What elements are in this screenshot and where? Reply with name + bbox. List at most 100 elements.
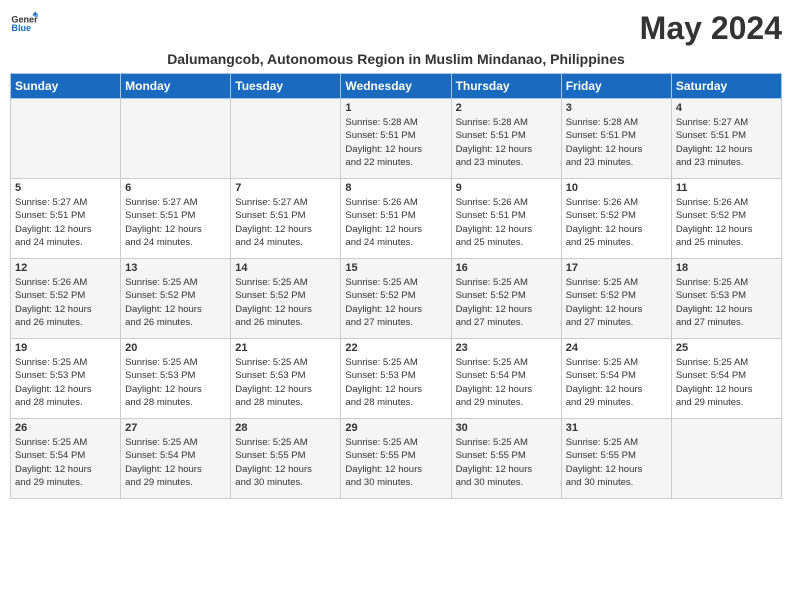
day-number: 8 <box>345 182 446 194</box>
day-number: 3 <box>566 102 667 114</box>
day-info: Sunrise: 5:26 AM Sunset: 5:52 PM Dayligh… <box>676 196 777 249</box>
calendar-cell: 14Sunrise: 5:25 AM Sunset: 5:52 PM Dayli… <box>231 259 341 339</box>
calendar-cell: 21 Sunrise: 5:25 AM Sunset: 5:53 PM Dayli… <box>231 339 341 419</box>
day-number: 2 <box>456 102 557 114</box>
calendar-cell: 2 Sunrise: 5:28 AM Sunset: 5:51 PM Daylig… <box>451 99 561 179</box>
day-info: Sunrise: 5:26 AM Sunset: 5:52 PM Dayligh… <box>566 196 667 249</box>
page-header: General Blue May 2024 <box>10 10 782 47</box>
calendar-cell: 4 Sunrise: 5:27 AM Sunset: 5:51 PM Daylig… <box>671 99 781 179</box>
calendar-cell: 9Sunrise: 5:26 AM Sunset: 5:51 PM Daylig… <box>451 179 561 259</box>
calendar-cell: 3 Sunrise: 5:28 AM Sunset: 5:51 PM Daylig… <box>561 99 671 179</box>
header-monday: Monday <box>121 74 231 99</box>
day-number: 19 <box>15 342 116 354</box>
day-number: 1 <box>345 102 446 114</box>
calendar-cell: 7 Sunrise: 5:27 AM Sunset: 5:51 PM Daylig… <box>231 179 341 259</box>
day-number: 21 <box>235 342 336 354</box>
calendar-cell: 20 Sunrise: 5:25 AM Sunset: 5:53 PM Dayli… <box>121 339 231 419</box>
day-info: Sunrise: 5:25 AM Sunset: 5:55 PM Dayligh… <box>456 436 557 489</box>
header-friday: Friday <box>561 74 671 99</box>
calendar-cell: 25 Sunrise: 5:25 AM Sunset: 5:54 PM Dayli… <box>671 339 781 419</box>
day-number: 26 <box>15 422 116 434</box>
day-info: Sunrise: 5:28 AM Sunset: 5:51 PM Dayligh… <box>456 116 557 169</box>
day-info: Sunrise: 5:27 AM Sunset: 5:51 PM Dayligh… <box>676 116 777 169</box>
location-title: Dalumangcob, Autonomous Region in Muslim… <box>10 51 782 67</box>
day-number: 30 <box>456 422 557 434</box>
calendar-week-row: 26 Sunrise: 5:25 AM Sunset: 5:54 PM Dayli… <box>11 419 782 499</box>
day-number: 24 <box>566 342 667 354</box>
logo-icon: General Blue <box>10 10 38 38</box>
calendar-cell: 23 Sunrise: 5:25 AM Sunset: 5:54 PM Dayli… <box>451 339 561 419</box>
day-info: Sunrise: 5:25 AM Sunset: 5:52 PM Dayligh… <box>566 276 667 329</box>
day-number: 18 <box>676 262 777 274</box>
calendar-cell: 19 Sunrise: 5:25 AM Sunset: 5:53 PM Dayli… <box>11 339 121 419</box>
day-number: 17 <box>566 262 667 274</box>
day-number: 6 <box>125 182 226 194</box>
calendar-cell: 27Sunrise: 5:25 AM Sunset: 5:54 PM Dayli… <box>121 419 231 499</box>
month-title: May 2024 <box>640 10 782 47</box>
day-info: Sunrise: 5:25 AM Sunset: 5:53 PM Dayligh… <box>15 356 116 409</box>
header-wednesday: Wednesday <box>341 74 451 99</box>
day-info: Sunrise: 5:25 AM Sunset: 5:54 PM Dayligh… <box>676 356 777 409</box>
day-info: Sunrise: 5:25 AM Sunset: 5:52 PM Dayligh… <box>345 276 446 329</box>
day-info: Sunrise: 5:25 AM Sunset: 5:52 PM Dayligh… <box>456 276 557 329</box>
day-number: 5 <box>15 182 116 194</box>
header-thursday: Thursday <box>451 74 561 99</box>
calendar-week-row: 19 Sunrise: 5:25 AM Sunset: 5:53 PM Dayli… <box>11 339 782 419</box>
day-number: 20 <box>125 342 226 354</box>
day-number: 13 <box>125 262 226 274</box>
calendar-cell: 5Sunrise: 5:27 AM Sunset: 5:51 PM Daylig… <box>11 179 121 259</box>
day-info: Sunrise: 5:25 AM Sunset: 5:55 PM Dayligh… <box>566 436 667 489</box>
header-saturday: Saturday <box>671 74 781 99</box>
day-number: 27 <box>125 422 226 434</box>
day-info: Sunrise: 5:26 AM Sunset: 5:51 PM Dayligh… <box>345 196 446 249</box>
calendar-cell: 17 Sunrise: 5:25 AM Sunset: 5:52 PM Dayli… <box>561 259 671 339</box>
day-number: 12 <box>15 262 116 274</box>
header-tuesday: Tuesday <box>231 74 341 99</box>
day-info: Sunrise: 5:25 AM Sunset: 5:53 PM Dayligh… <box>345 356 446 409</box>
day-info: Sunrise: 5:26 AM Sunset: 5:52 PM Dayligh… <box>15 276 116 329</box>
day-info: Sunrise: 5:25 AM Sunset: 5:53 PM Dayligh… <box>125 356 226 409</box>
calendar-cell <box>11 99 121 179</box>
day-number: 23 <box>456 342 557 354</box>
day-number: 15 <box>345 262 446 274</box>
day-info: Sunrise: 5:25 AM Sunset: 5:55 PM Dayligh… <box>345 436 446 489</box>
day-info: Sunrise: 5:28 AM Sunset: 5:51 PM Dayligh… <box>566 116 667 169</box>
calendar-cell: 24Sunrise: 5:25 AM Sunset: 5:54 PM Dayli… <box>561 339 671 419</box>
day-info: Sunrise: 5:25 AM Sunset: 5:52 PM Dayligh… <box>125 276 226 329</box>
calendar-cell: 16 Sunrise: 5:25 AM Sunset: 5:52 PM Dayli… <box>451 259 561 339</box>
calendar-header-row: SundayMondayTuesdayWednesdayThursdayFrid… <box>11 74 782 99</box>
header-sunday: Sunday <box>11 74 121 99</box>
calendar-table: SundayMondayTuesdayWednesdayThursdayFrid… <box>10 73 782 499</box>
day-info: Sunrise: 5:28 AM Sunset: 5:51 PM Dayligh… <box>345 116 446 169</box>
calendar-cell: 26 Sunrise: 5:25 AM Sunset: 5:54 PM Dayli… <box>11 419 121 499</box>
day-info: Sunrise: 5:25 AM Sunset: 5:55 PM Dayligh… <box>235 436 336 489</box>
day-number: 25 <box>676 342 777 354</box>
calendar-cell: 8 Sunrise: 5:26 AM Sunset: 5:51 PM Daylig… <box>341 179 451 259</box>
day-info: Sunrise: 5:25 AM Sunset: 5:54 PM Dayligh… <box>15 436 116 489</box>
day-number: 4 <box>676 102 777 114</box>
day-number: 22 <box>345 342 446 354</box>
calendar-cell: 1 Sunrise: 5:28 AM Sunset: 5:51 PM Daylig… <box>341 99 451 179</box>
day-number: 16 <box>456 262 557 274</box>
calendar-cell: 18 Sunrise: 5:25 AM Sunset: 5:53 PM Dayli… <box>671 259 781 339</box>
day-info: Sunrise: 5:25 AM Sunset: 5:54 PM Dayligh… <box>456 356 557 409</box>
calendar-week-row: 1 Sunrise: 5:28 AM Sunset: 5:51 PM Daylig… <box>11 99 782 179</box>
calendar-cell: 29Sunrise: 5:25 AM Sunset: 5:55 PM Dayli… <box>341 419 451 499</box>
calendar-cell: 13 Sunrise: 5:25 AM Sunset: 5:52 PM Dayli… <box>121 259 231 339</box>
calendar-cell: 10Sunrise: 5:26 AM Sunset: 5:52 PM Dayli… <box>561 179 671 259</box>
day-number: 7 <box>235 182 336 194</box>
calendar-cell: 31Sunrise: 5:25 AM Sunset: 5:55 PM Dayli… <box>561 419 671 499</box>
logo: General Blue <box>10 10 38 38</box>
day-info: Sunrise: 5:25 AM Sunset: 5:53 PM Dayligh… <box>235 356 336 409</box>
calendar-cell: 22 Sunrise: 5:25 AM Sunset: 5:53 PM Dayli… <box>341 339 451 419</box>
calendar-cell <box>671 419 781 499</box>
calendar-cell: 28 Sunrise: 5:25 AM Sunset: 5:55 PM Dayli… <box>231 419 341 499</box>
day-info: Sunrise: 5:27 AM Sunset: 5:51 PM Dayligh… <box>235 196 336 249</box>
calendar-cell: 12 Sunrise: 5:26 AM Sunset: 5:52 PM Dayli… <box>11 259 121 339</box>
day-info: Sunrise: 5:25 AM Sunset: 5:53 PM Dayligh… <box>676 276 777 329</box>
calendar-body: 1 Sunrise: 5:28 AM Sunset: 5:51 PM Daylig… <box>11 99 782 499</box>
calendar-cell: 30 Sunrise: 5:25 AM Sunset: 5:55 PM Dayli… <box>451 419 561 499</box>
day-number: 28 <box>235 422 336 434</box>
day-info: Sunrise: 5:25 AM Sunset: 5:52 PM Dayligh… <box>235 276 336 329</box>
calendar-cell: 15 Sunrise: 5:25 AM Sunset: 5:52 PM Dayli… <box>341 259 451 339</box>
